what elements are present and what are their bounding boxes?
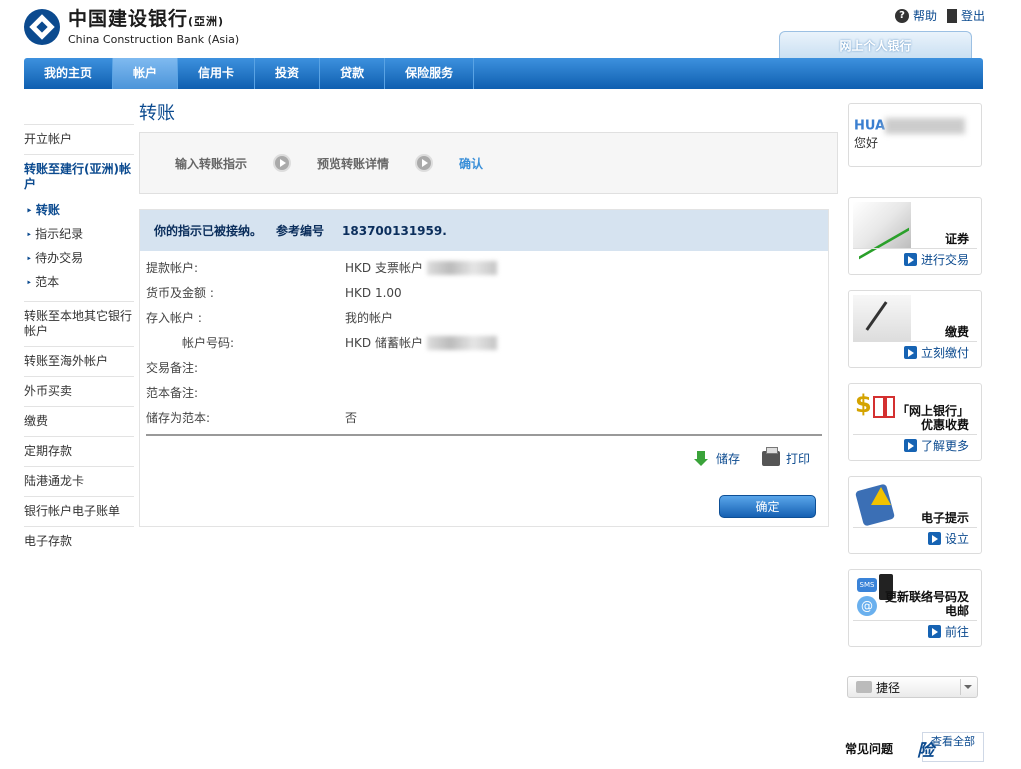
logout-icon[interactable]	[946, 8, 957, 23]
phone-alert-icon	[853, 481, 911, 527]
redacted	[885, 118, 966, 134]
transfer-result-panel: 你的指示已被接纳。 参考编号 183700131959. 提款帐户: HKD 支票…	[139, 209, 829, 527]
step-arrow-icon	[415, 154, 434, 172]
sidebar-item-bill[interactable]: 缴费	[24, 406, 134, 436]
promo-title: 「网上银行」优惠收费	[896, 404, 969, 432]
step-arrow-icon	[273, 154, 292, 172]
redacted	[426, 260, 497, 275]
promo-ebanking-fee[interactable]: $ 「网上银行」优惠收费 了解更多	[848, 383, 982, 461]
nav-insurance[interactable]: 保险服务	[385, 58, 475, 89]
promo-bill[interactable]: 缴费 立刻缴付	[848, 290, 982, 368]
play-icon	[927, 532, 941, 545]
promo-link[interactable]: 了解更多	[903, 437, 969, 454]
help-icon[interactable]: ?	[894, 8, 909, 23]
promo-title: 更新联络号码及电邮	[884, 590, 969, 618]
tag-icon	[856, 681, 872, 693]
promo-securities[interactable]: 证券 进行交易	[848, 197, 982, 275]
logo-en: China Construction Bank (Asia)	[68, 33, 240, 46]
nav-credit-card[interactable]: 信用卡	[178, 58, 256, 89]
sidebar-item-dragon-card[interactable]: 陆港通龙卡	[24, 466, 134, 496]
personal-banking-tab[interactable]: 网上个人银行	[779, 31, 972, 59]
sidebar-item-fx[interactable]: 外币买卖	[24, 376, 134, 406]
ref-label: 参考编号	[276, 224, 325, 238]
main-nav: 我的主页 帐户 信用卡 投资 贷款 保险服务	[24, 58, 983, 89]
nav-loan[interactable]: 贷款	[320, 58, 386, 89]
page-title: 转账	[139, 103, 175, 124]
sidebar-sub-pending[interactable]: 待办交易	[24, 247, 134, 271]
promo-title: 证券	[944, 232, 969, 246]
printer-icon	[761, 447, 780, 466]
user-info: HUA 您好	[848, 103, 982, 167]
watermark-logo: 险	[917, 741, 934, 761]
sidebar-item-ccba-transfer[interactable]: 转账至建行(亚洲)帐户	[24, 154, 134, 199]
user-name: HUA	[854, 118, 886, 134]
greeting: 您好	[854, 136, 879, 150]
divider	[146, 434, 822, 436]
promo-title: 缴费	[944, 325, 969, 339]
play-icon	[927, 625, 941, 638]
promo-link[interactable]: 进行交易	[903, 251, 969, 268]
stock-chart-icon	[853, 202, 911, 248]
sidebar-sub-history[interactable]: 指示纪录	[24, 223, 134, 247]
shortcut-label: 捷径	[876, 680, 901, 695]
detail-row: 交易备注:	[146, 361, 199, 375]
detail-row: 存入帐户 : 我的帐户	[146, 311, 394, 325]
ref-number: 183700131959.	[342, 223, 447, 238]
detail-row: 帐户号码: HKD 储蓄帐户	[140, 330, 828, 355]
detail-row: 储存为范本: 否	[146, 411, 358, 425]
sidebar-item-estatement[interactable]: 银行帐户电子账单	[24, 496, 134, 526]
download-icon	[693, 450, 710, 467]
play-icon	[903, 346, 917, 359]
help-link[interactable]: 帮助	[913, 7, 937, 24]
nav-home[interactable]: 我的主页	[24, 58, 114, 89]
left-sidebar: 开立帐户 转账至建行(亚洲)帐户 转账 指示纪录 待办交易 范本 转账至本地其它…	[24, 124, 134, 556]
save-button[interactable]: 储存	[693, 450, 740, 467]
promo-link[interactable]: 前往	[927, 623, 969, 640]
ccb-logo[interactable]: 中国建设银行(亞洲) China Construction Bank (Asia…	[24, 8, 239, 46]
promo-update-contact[interactable]: SMS @ 更新联络号码及电邮 前往	[848, 569, 982, 647]
logo-cn: 中国建设银行(亞洲)	[68, 8, 225, 30]
step-confirm: 确认	[459, 156, 484, 171]
sidebar-item-open-account[interactable]: 开立帐户	[24, 124, 134, 154]
promo-title: 电子提示	[920, 511, 969, 525]
print-button[interactable]: 打印	[761, 447, 810, 467]
play-icon	[903, 439, 917, 452]
promo-ealert[interactable]: 电子提示 设立	[848, 476, 982, 554]
detail-row: 提款帐户: HKD 支票帐户	[140, 255, 828, 280]
pen-document-icon	[853, 295, 911, 341]
shortcut-select[interactable]: 捷径	[847, 676, 978, 698]
ccb-logo-icon	[24, 9, 60, 45]
step-preview: 预览转账详情	[317, 156, 390, 171]
promo-link[interactable]: 立刻缴付	[903, 344, 969, 361]
sidebar-item-time-deposit[interactable]: 定期存款	[24, 436, 134, 466]
promo-link[interactable]: 设立	[927, 530, 969, 547]
confirm-button[interactable]: 确定	[719, 495, 816, 518]
progress-steps: 输入转账指示 预览转账详情 确认	[139, 132, 838, 194]
redacted	[426, 335, 497, 350]
step-input: 输入转账指示	[175, 156, 248, 171]
top-links: ? 帮助 登出	[894, 7, 985, 24]
result-header: 你的指示已被接纳。 参考编号 183700131959.	[140, 210, 828, 251]
sidebar-sub-transfer[interactable]: 转账	[24, 199, 134, 223]
detail-row: 货币及金额 : HKD 1.00	[146, 285, 402, 301]
result-message: 你的指示已被接纳。	[154, 224, 263, 238]
sidebar-sub-template[interactable]: 范本	[24, 271, 134, 301]
logout-link[interactable]: 登出	[961, 7, 985, 24]
chevron-down-icon[interactable]	[960, 679, 974, 695]
sidebar-item-local-bank[interactable]: 转账至本地其它银行帐户	[24, 301, 134, 346]
detail-row: 范本备注:	[146, 386, 199, 400]
faq-heading: 常见问题	[845, 742, 894, 756]
sidebar-item-edeposit[interactable]: 电子存款	[24, 526, 134, 556]
sidebar-item-overseas[interactable]: 转账至海外帐户	[24, 346, 134, 376]
nav-investment[interactable]: 投资	[255, 58, 321, 89]
play-icon	[903, 253, 917, 266]
nav-account[interactable]: 帐户	[113, 58, 179, 89]
